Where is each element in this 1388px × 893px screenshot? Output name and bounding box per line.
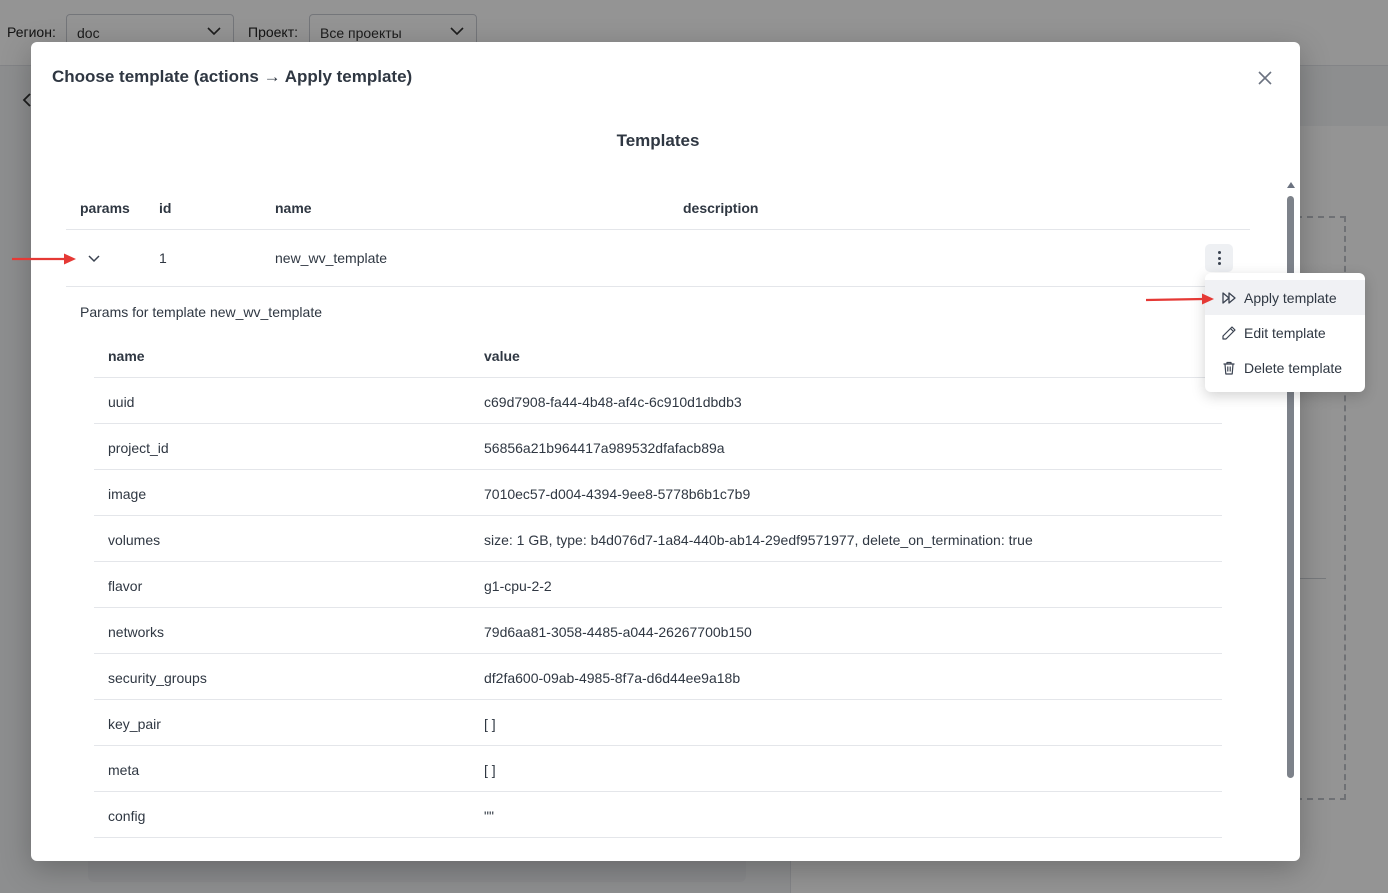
menu-item-edit-template[interactable]: Edit template (1205, 315, 1365, 350)
table-row: security_groups df2fa600-09ab-4985-8f7a-… (94, 654, 1222, 700)
param-name: image (108, 486, 147, 502)
kebab-dot (1217, 251, 1221, 254)
template-name: new_wv_template (275, 250, 388, 266)
param-value: [ ] (484, 716, 496, 732)
param-value: "" (484, 808, 494, 824)
params-caption: Params for template new_wv_template (80, 304, 322, 320)
menu-item-label: Apply template (1244, 290, 1337, 306)
table-row: volumes size: 1 GB, type: b4d076d7-1a84-… (94, 516, 1222, 562)
templates-table-header: params id name description (66, 192, 1250, 230)
params-table-header: name value (94, 332, 1222, 378)
table-row: config "" (94, 792, 1222, 838)
choose-template-modal: Choose template (actions → Apply templat… (31, 42, 1300, 861)
param-name: security_groups (108, 670, 207, 686)
column-header-name: name (275, 200, 312, 216)
column-header-params: params (80, 200, 130, 216)
param-value: size: 1 GB, type: b4d076d7-1a84-440b-ab1… (484, 532, 1033, 548)
param-name: networks (108, 624, 165, 640)
modal-body: Templates params id name description 1 n… (31, 108, 1300, 861)
template-row[interactable]: 1 new_wv_template (66, 230, 1250, 287)
row-actions-menu: Apply template Edit template Delete temp… (1205, 273, 1365, 392)
kebab-dot (1217, 262, 1221, 265)
column-header-description: description (683, 200, 759, 216)
table-row: project_id 56856a21b964417a989532dfafacb… (94, 424, 1222, 470)
template-id: 1 (159, 250, 167, 266)
table-row: key_pair [ ] (94, 700, 1222, 746)
param-value: g1-cpu-2-2 (484, 578, 552, 594)
param-name: project_id (108, 440, 169, 456)
param-name: uuid (108, 394, 135, 410)
annotation-arrow-icon (1146, 293, 1214, 305)
scroll-up-arrow-icon[interactable] (1287, 182, 1295, 188)
fast-forward-icon (1222, 292, 1236, 304)
param-value: 7010ec57-d004-4394-9ee8-5778b6b1c7b9 (484, 486, 751, 502)
param-name: key_pair (108, 716, 161, 732)
param-value: 79d6aa81-3058-4485-a044-26267700b150 (484, 624, 752, 640)
params-column-name: name (108, 348, 145, 364)
param-value: df2fa600-09ab-4985-8f7a-d6d44ee9a18b (484, 670, 741, 686)
templates-heading: Templates (616, 131, 700, 150)
table-row: image 7010ec57-d004-4394-9ee8-5778b6b1c7… (94, 470, 1222, 516)
column-header-id: id (159, 200, 172, 216)
table-row: uuid c69d7908-fa44-4b48-af4c-6c910d1dbdb… (94, 378, 1222, 424)
trash-icon (1223, 361, 1235, 375)
chevron-down-icon[interactable] (86, 250, 102, 266)
params-column-value: value (484, 348, 520, 364)
menu-item-label: Edit template (1244, 325, 1326, 341)
pencil-icon (1222, 326, 1236, 340)
annotation-arrow-icon (12, 253, 76, 265)
menu-item-delete-template[interactable]: Delete template (1205, 350, 1365, 385)
modal-title: Choose template (actions → Apply templat… (52, 67, 413, 86)
param-value: c69d7908-fa44-4b48-af4c-6c910d1dbdb3 (484, 394, 742, 410)
table-row: flavor g1-cpu-2-2 (94, 562, 1222, 608)
kebab-dot (1217, 256, 1221, 260)
params-table: name value uuid c69d7908-fa44-4b48-af4c-… (94, 332, 1222, 838)
table-row: meta [ ] (94, 746, 1222, 792)
param-value: 56856a21b964417a989532dfafacb89a (484, 440, 725, 456)
close-icon[interactable] (1255, 68, 1275, 88)
menu-item-label: Delete template (1244, 360, 1343, 376)
row-actions-button[interactable] (1205, 244, 1233, 272)
param-name: flavor (108, 578, 143, 594)
param-name: config (108, 808, 146, 824)
table-row: networks 79d6aa81-3058-4485-a044-2626770… (94, 608, 1222, 654)
menu-item-apply-template[interactable]: Apply template (1205, 280, 1365, 315)
param-value: [ ] (484, 762, 496, 778)
param-name: meta (108, 762, 140, 778)
param-name: volumes (108, 532, 161, 548)
